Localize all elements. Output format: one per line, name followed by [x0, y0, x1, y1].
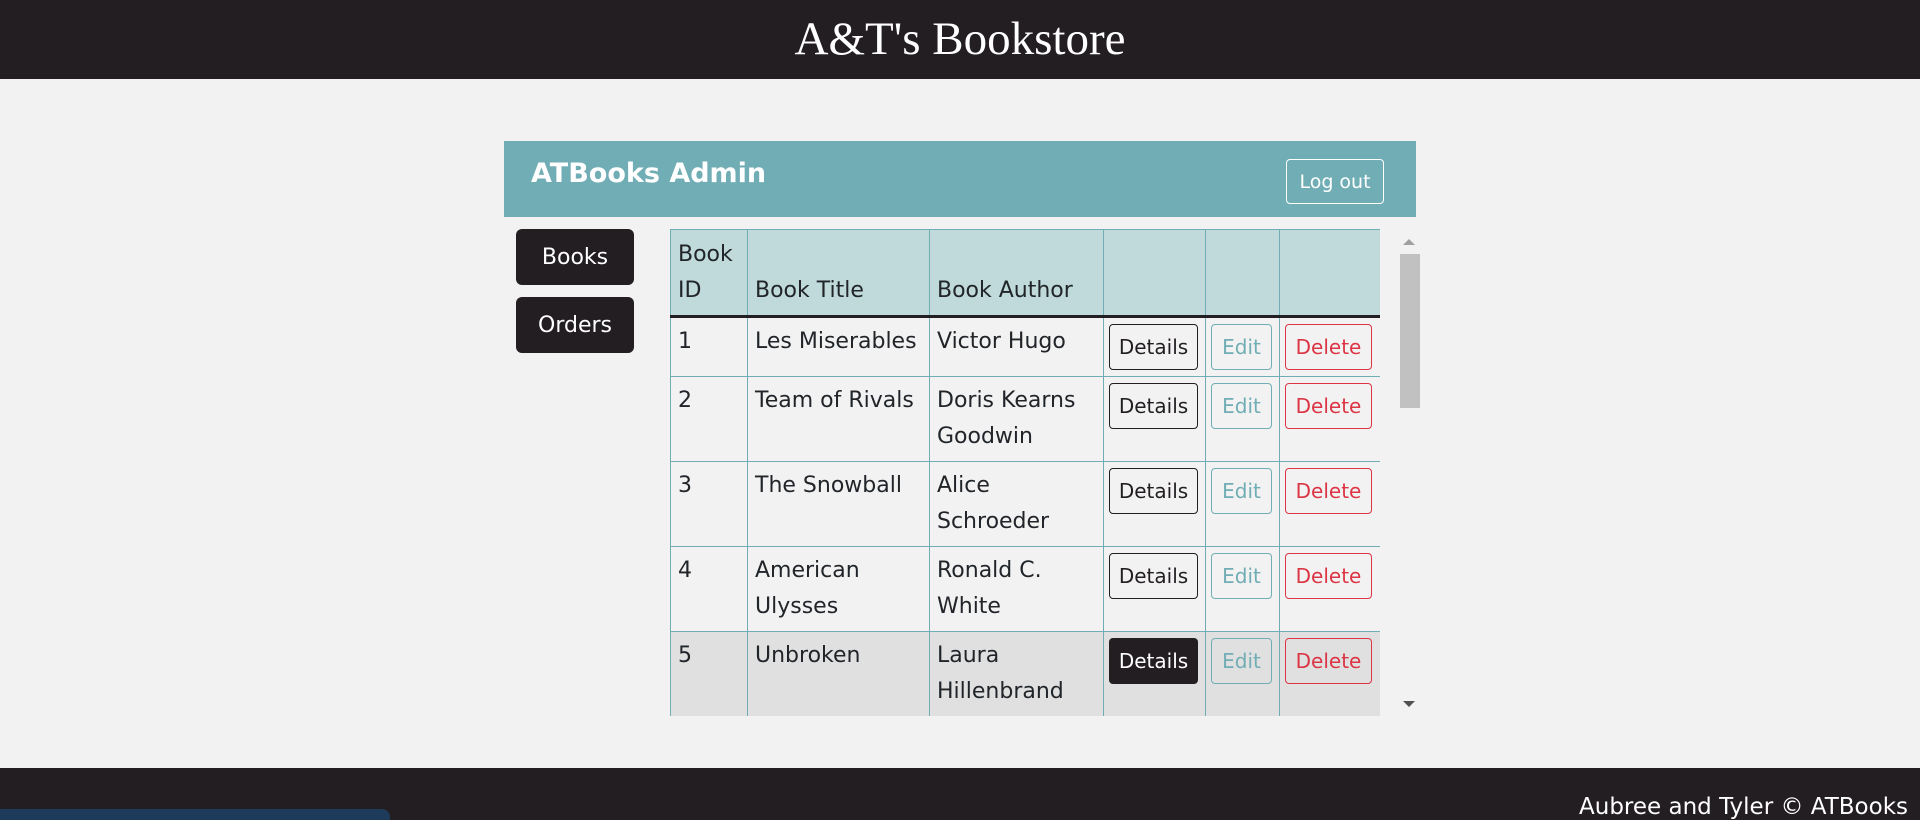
- header-delete: [1279, 229, 1380, 318]
- table-row: 1 Les Miserables Victor Hugo Details Edi…: [670, 316, 1380, 377]
- delete-button[interactable]: Delete: [1285, 553, 1372, 599]
- delete-button[interactable]: Delete: [1285, 324, 1372, 370]
- browser-status-bar: [0, 809, 390, 820]
- delete-button[interactable]: Delete: [1285, 468, 1372, 514]
- books-table: Book ID Book Title Book Author 1 Les Mis…: [670, 229, 1380, 716]
- cell-book-id: 5: [670, 631, 748, 716]
- cell-book-author: Alice Schroeder: [929, 461, 1104, 547]
- nav-books-button[interactable]: Books: [516, 229, 634, 285]
- cell-edit: Edit: [1205, 461, 1280, 547]
- details-button[interactable]: Details: [1109, 553, 1198, 599]
- details-button[interactable]: Details: [1109, 383, 1198, 429]
- cell-book-title: Unbroken: [747, 631, 930, 716]
- cell-edit: Edit: [1205, 316, 1280, 377]
- logout-button[interactable]: Log out: [1286, 159, 1384, 204]
- scroll-down-arrow-icon[interactable]: [1403, 701, 1415, 707]
- cell-book-title: The Snowball: [747, 461, 930, 547]
- header-book-author: Book Author: [929, 229, 1104, 318]
- cell-details: Details: [1103, 546, 1206, 632]
- header-book-id: Book ID: [670, 229, 748, 318]
- table-row: 5 Unbroken Laura Hillenbrand Details Edi…: [670, 631, 1380, 716]
- footer-text: Aubree and Tyler © ATBooks: [1579, 794, 1908, 820]
- cell-book-id: 3: [670, 461, 748, 547]
- header-book-title: Book Title: [747, 229, 930, 318]
- cell-book-id: 4: [670, 546, 748, 632]
- edit-button[interactable]: Edit: [1211, 468, 1272, 514]
- table-row: 2 Team of Rivals Doris Kearns Goodwin De…: [670, 376, 1380, 462]
- table-row: 3 The Snowball Alice Schroeder Details E…: [670, 461, 1380, 547]
- table-row: 4 American Ulysses Ronald C. White Detai…: [670, 546, 1380, 632]
- admin-title: ATBooks Admin: [531, 158, 767, 189]
- cell-book-id: 1: [670, 316, 748, 377]
- cell-details: Details: [1103, 316, 1206, 377]
- cell-book-title: Les Miserables: [747, 316, 930, 377]
- cell-book-id: 2: [670, 376, 748, 462]
- header-edit: [1205, 229, 1280, 318]
- cell-book-author: Doris Kearns Goodwin: [929, 376, 1104, 462]
- nav-orders-button[interactable]: Orders: [516, 297, 634, 353]
- edit-button[interactable]: Edit: [1211, 553, 1272, 599]
- header-details: [1103, 229, 1206, 318]
- cell-edit: Edit: [1205, 376, 1280, 462]
- admin-bar: ATBooks Admin Log out: [504, 141, 1416, 217]
- site-title: A&T's Bookstore: [794, 13, 1126, 65]
- cell-details: Details: [1103, 461, 1206, 547]
- cell-delete: Delete: [1279, 546, 1380, 632]
- cell-edit: Edit: [1205, 546, 1280, 632]
- scroll-up-arrow-icon[interactable]: [1403, 239, 1415, 245]
- site-header: A&T's Bookstore: [0, 0, 1920, 79]
- delete-button[interactable]: Delete: [1285, 383, 1372, 429]
- cell-delete: Delete: [1279, 376, 1380, 462]
- cell-book-author: Laura Hillenbrand: [929, 631, 1104, 716]
- scrollbar-thumb[interactable]: [1400, 254, 1420, 408]
- details-button[interactable]: Details: [1109, 638, 1198, 684]
- cell-details: Details: [1103, 376, 1206, 462]
- cell-delete: Delete: [1279, 461, 1380, 547]
- table-header-row: Book ID Book Title Book Author: [670, 229, 1380, 318]
- cell-book-title: Team of Rivals: [747, 376, 930, 462]
- cell-book-author: Ronald C. White: [929, 546, 1104, 632]
- delete-button[interactable]: Delete: [1285, 638, 1372, 684]
- details-button[interactable]: Details: [1109, 468, 1198, 514]
- table-scrollbar[interactable]: [1398, 236, 1420, 710]
- side-nav: Books Orders: [516, 229, 634, 365]
- cell-details: Details: [1103, 631, 1206, 716]
- cell-book-title: American Ulysses: [747, 546, 930, 632]
- edit-button[interactable]: Edit: [1211, 383, 1272, 429]
- cell-delete: Delete: [1279, 316, 1380, 377]
- cell-edit: Edit: [1205, 631, 1280, 716]
- books-table-container: Book ID Book Title Book Author 1 Les Mis…: [670, 229, 1380, 716]
- cell-book-author: Victor Hugo: [929, 316, 1104, 377]
- details-button[interactable]: Details: [1109, 324, 1198, 370]
- cell-delete: Delete: [1279, 631, 1380, 716]
- edit-button[interactable]: Edit: [1211, 638, 1272, 684]
- edit-button[interactable]: Edit: [1211, 324, 1272, 370]
